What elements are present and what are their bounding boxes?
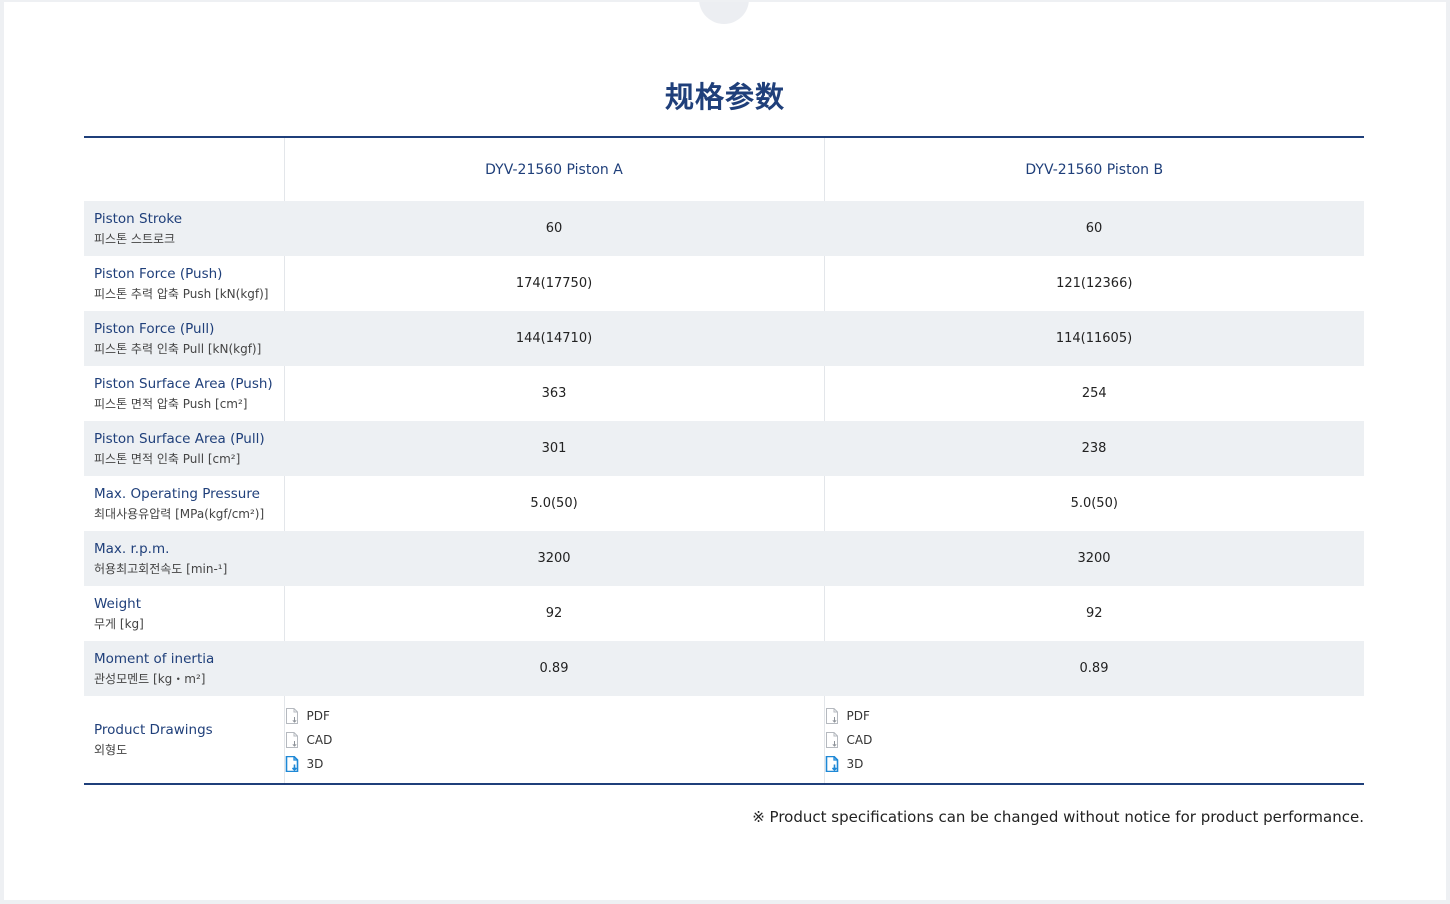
row-label-ko: 피스톤 스트로크 — [94, 231, 176, 246]
table-row: Piston Surface Area (Pull) 피스톤 면적 인축 Pul… — [84, 421, 1364, 476]
row-label-ko: 피스톤 추력 압축 Push [kN(kgf)] — [94, 286, 269, 301]
product-drawings-row: Product Drawings 외형도 PDF CAD 3D PDF CAD … — [84, 696, 1364, 784]
row-label-ko: 무게 [kg] — [94, 616, 144, 631]
file-download-icon — [285, 731, 298, 748]
spec-page: 规格参数 DYV-21560 Piston A DYV-21560 Piston… — [4, 2, 1446, 900]
row-label-en: Weight — [94, 595, 142, 612]
row-label-en: Max. r.p.m. — [94, 540, 170, 557]
download-3d-label: 3D — [306, 756, 324, 771]
cell-piston-a: 5.0(50) — [283, 476, 824, 531]
row-label: Product Drawings 외형도 — [84, 696, 284, 784]
header-piston-a: DYV-21560 Piston A — [283, 137, 824, 201]
file-download-icon — [285, 707, 298, 724]
download-pdf-label: PDF — [306, 708, 330, 723]
cell-piston-a: 363 — [283, 366, 824, 421]
cell-piston-b: 121(12366) — [823, 256, 1364, 311]
cell-piston-b: 92 — [823, 586, 1364, 641]
row-label: Piston Stroke 피스톤 스트로크 — [84, 201, 284, 256]
row-label: Max. r.p.m. 허용최고회전속도 [min-¹] — [84, 531, 284, 586]
cell-piston-b: 114(11605) — [1055, 331, 1133, 346]
spec-table: DYV-21560 Piston A DYV-21560 Piston B Pi… — [84, 136, 1364, 785]
table-row: Piston Force (Pull) 피스톤 추력 인축 Pull [kN(k… — [84, 311, 1364, 366]
spec-notice: ※ Product specifications can be changed … — [752, 808, 1364, 826]
cell-piston-b: 5.0(50) — [823, 476, 1364, 531]
row-label: Moment of inertia 관성모멘트 [kg・m²] — [84, 641, 284, 696]
cell-piston-b: 0.89 — [1079, 661, 1109, 676]
download-pdf-link[interactable]: PDF — [825, 707, 870, 725]
row-label-ko: 외형도 — [94, 742, 128, 757]
cell-piston-a: 174(17750) — [283, 256, 824, 311]
row-label-ko: 관성모멘트 [kg・m²] — [94, 671, 206, 686]
table-row: Weight 무게 [kg] 92 92 — [84, 586, 1364, 641]
table-row: Piston Force (Push) 피스톤 추력 압축 Push [kN(k… — [84, 256, 1364, 311]
row-label-en: Piston Force (Pull) — [94, 320, 215, 337]
row-label: Piston Force (Pull) 피스톤 추력 인축 Pull [kN(k… — [84, 311, 284, 366]
download-cad-link[interactable]: CAD — [285, 731, 333, 749]
table-row: Max. r.p.m. 허용최고회전속도 [min-¹] 3200 3200 — [84, 531, 1364, 586]
download-list: PDF CAD 3D — [825, 707, 873, 773]
download-3d-link[interactable]: 3D — [285, 755, 324, 773]
cell-piston-a: 301 — [541, 441, 567, 456]
row-label: Piston Force (Push) 피스톤 추력 압축 Push [kN(k… — [84, 256, 284, 311]
row-label-ko: 피스톤 면적 인축 Pull [cm²] — [94, 451, 241, 466]
download-cad-label: CAD — [846, 732, 873, 747]
row-label-ko: 최대사용유압력 [MPa(kgf/cm²)] — [94, 506, 265, 521]
download-cad-label: CAD — [306, 732, 333, 747]
cell-piston-a: 92 — [283, 586, 824, 641]
section-title: 规格参数 — [664, 80, 785, 114]
row-label: Piston Surface Area (Pull) 피스톤 면적 인축 Pul… — [84, 421, 284, 476]
row-label-ko: 허용최고회전속도 [min-¹] — [94, 561, 228, 576]
download-3d-link[interactable]: 3D — [825, 755, 864, 773]
cell-piston-a: 0.89 — [539, 661, 569, 676]
row-label-en: Piston Surface Area (Push) — [94, 375, 273, 392]
row-label: Piston Surface Area (Push) 피스톤 면적 압축 Pus… — [84, 366, 284, 421]
cell-piston-b: 254 — [823, 366, 1364, 421]
row-label-en: Piston Surface Area (Pull) — [94, 430, 265, 447]
table-row: Piston Stroke 피스톤 스트로크 60 60 — [84, 201, 1364, 256]
row-label-en: Piston Force (Push) — [94, 265, 223, 282]
cell-piston-a: 3200 — [537, 551, 571, 566]
download-list: PDF CAD 3D — [285, 707, 333, 773]
file-download-icon — [825, 731, 838, 748]
cell-piston-b: 60 — [1085, 221, 1103, 236]
top-tab-indicator[interactable] — [699, 2, 749, 24]
cell-piston-b: 238 — [1081, 441, 1107, 456]
file-3d-download-icon — [285, 755, 298, 772]
download-cad-link[interactable]: CAD — [825, 731, 873, 749]
table-header-row: DYV-21560 Piston A DYV-21560 Piston B — [84, 137, 1364, 201]
file-download-icon — [825, 707, 838, 724]
row-label-en: Moment of inertia — [94, 650, 215, 667]
row-label-en: Piston Stroke — [94, 210, 183, 227]
cell-piston-a: 144(14710) — [515, 331, 593, 346]
row-label-ko: 피스톤 면적 압축 Push [cm²] — [94, 396, 248, 411]
download-pdf-label: PDF — [846, 708, 870, 723]
table-row: Piston Surface Area (Push) 피스톤 면적 압축 Pus… — [84, 366, 1364, 421]
download-pdf-link[interactable]: PDF — [285, 707, 330, 725]
row-label: Max. Operating Pressure 최대사용유압력 [MPa(kgf… — [84, 476, 284, 531]
row-label: Weight 무게 [kg] — [84, 586, 284, 641]
cell-piston-a: 60 — [545, 221, 563, 236]
cell-piston-b: 3200 — [1077, 551, 1111, 566]
file-3d-download-icon — [825, 755, 838, 772]
row-label-ko: 피스톤 추력 인축 Pull [kN(kgf)] — [94, 341, 262, 356]
download-3d-label: 3D — [846, 756, 864, 771]
table-row: Moment of inertia 관성모멘트 [kg・m²] 0.89 0.8… — [84, 641, 1364, 696]
drawings-piston-a: PDF CAD 3D — [283, 696, 824, 784]
table-row: Max. Operating Pressure 최대사용유압력 [MPa(kgf… — [84, 476, 1364, 531]
header-empty-cell — [84, 137, 284, 201]
header-piston-b: DYV-21560 Piston B — [823, 137, 1364, 201]
row-label-en: Product Drawings — [94, 721, 213, 738]
row-label-en: Max. Operating Pressure — [94, 485, 260, 502]
drawings-piston-b: PDF CAD 3D — [823, 696, 1364, 784]
